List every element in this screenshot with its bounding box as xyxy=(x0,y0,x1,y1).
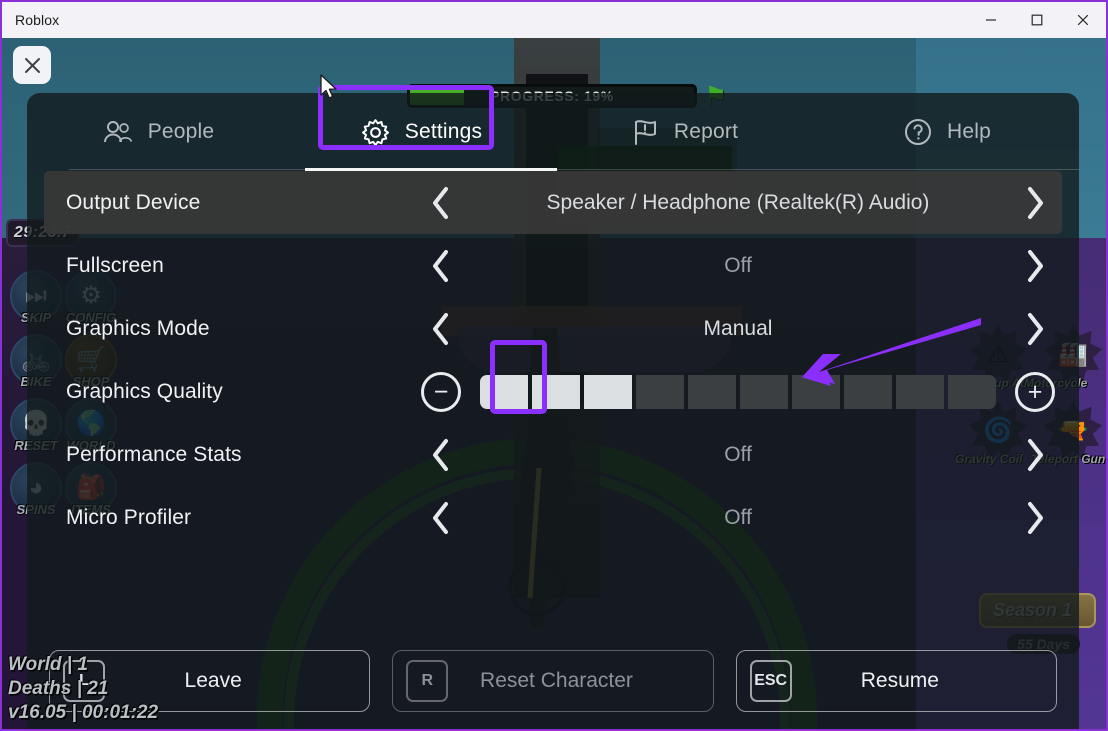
question-circle-icon xyxy=(904,118,932,146)
setting-label: Micro Profiler xyxy=(66,505,192,529)
plus-icon: + xyxy=(1015,371,1055,412)
roblox-window: Roblox Gun World | 1 Deaths | 21 v16.05 … xyxy=(0,0,1108,731)
setting-control: Speaker / Headphone (Realtek(R) Audio) xyxy=(414,186,1062,220)
chevron-left-icon[interactable] xyxy=(414,438,468,472)
people-icon xyxy=(103,119,133,145)
stat-world: World | 1 xyxy=(8,654,88,676)
setting-control: Off xyxy=(414,501,1062,535)
overlay-close-button[interactable] xyxy=(13,46,51,84)
graphics-quality-decrease-button[interactable]: − xyxy=(414,371,468,412)
action-label: Resume xyxy=(860,669,939,692)
chevron-left-icon[interactable] xyxy=(414,501,468,535)
gear-icon xyxy=(361,118,390,147)
setting-control: Off xyxy=(414,249,1062,283)
window-minimize-button[interactable] xyxy=(968,3,1014,37)
action-label: Reset Character xyxy=(480,669,633,692)
tab-label: Help xyxy=(947,120,991,143)
game-viewport: PROGRESS: 19% ⚑ 29:23.7 ⏭ SKIP 🚲 BIKE 💀 … xyxy=(2,38,1106,729)
menu-action-bar: L Leave R Reset Character ESC Resume xyxy=(27,633,1079,729)
setting-label: Graphics Quality xyxy=(66,379,223,403)
chevron-right-icon[interactable] xyxy=(1008,312,1062,346)
quality-segment[interactable] xyxy=(584,374,632,409)
stat-version: v16.05 | 00:01:22 xyxy=(8,702,159,724)
chevron-right-icon[interactable] xyxy=(1008,186,1062,220)
quality-segment[interactable] xyxy=(532,374,580,409)
setting-label: Fullscreen xyxy=(66,253,164,277)
setting-value: Off xyxy=(724,442,752,466)
setting-label: Performance Stats xyxy=(66,442,242,466)
quality-segment[interactable] xyxy=(480,374,528,409)
roblox-settings-menu: People Settings Report Help Output Devic… xyxy=(27,93,1079,729)
tab-bar-divider xyxy=(69,169,1079,170)
chevron-left-icon[interactable] xyxy=(414,249,468,283)
tab-help[interactable]: Help xyxy=(816,93,1079,171)
setting-row-output-device[interactable]: Output Device Speaker / Headphone (Realt… xyxy=(44,171,1062,234)
quality-segment[interactable] xyxy=(636,374,684,409)
chevron-right-icon[interactable] xyxy=(1008,249,1062,283)
chevron-left-icon[interactable] xyxy=(414,312,468,346)
menu-tab-bar: People Settings Report Help xyxy=(27,93,1079,171)
key-hint: ESC xyxy=(749,660,792,702)
key-hint: R xyxy=(406,660,449,702)
tab-people[interactable]: People xyxy=(27,93,290,171)
chevron-right-icon[interactable] xyxy=(1008,501,1062,535)
chevron-right-icon[interactable] xyxy=(1008,438,1062,472)
mouse-cursor xyxy=(320,74,337,99)
tab-report[interactable]: Report xyxy=(553,93,816,171)
graphics-quality-increase-button[interactable]: + xyxy=(1008,371,1062,412)
chevron-left-icon[interactable] xyxy=(414,186,468,220)
quality-segment[interactable] xyxy=(688,374,736,409)
tab-settings[interactable]: Settings xyxy=(290,93,553,171)
setting-row-fullscreen[interactable]: Fullscreen Off xyxy=(44,234,1062,297)
resume-button[interactable]: ESC Resume xyxy=(735,650,1057,712)
quality-segment[interactable] xyxy=(740,374,788,409)
window-close-button[interactable] xyxy=(1060,3,1106,37)
tab-label: People xyxy=(147,120,215,143)
setting-row-micro-profiler[interactable]: Micro Profiler Off xyxy=(44,486,1062,549)
window-titlebar: Roblox xyxy=(2,2,1106,38)
window-maximize-button[interactable] xyxy=(1014,3,1060,37)
window-title: Roblox xyxy=(15,12,60,28)
annotation-arrow xyxy=(801,318,981,386)
setting-label: Output Device xyxy=(66,190,201,214)
setting-row-performance-stats[interactable]: Performance Stats Off xyxy=(44,423,1062,486)
tab-label: Settings xyxy=(404,120,483,143)
settings-rows-list: Output Device Speaker / Headphone (Realt… xyxy=(27,171,1079,633)
reset-character-button[interactable]: R Reset Character xyxy=(392,650,714,712)
setting-value: Off xyxy=(724,505,752,529)
tab-label: Report xyxy=(673,120,739,143)
setting-control: Off xyxy=(414,438,1062,472)
flag-alert-icon xyxy=(631,118,659,146)
player-stats-overlay: World | 1 Deaths | 21 v16.05 | 00:01:22 xyxy=(8,653,158,725)
setting-value: Off xyxy=(724,253,752,277)
setting-value: Speaker / Headphone (Realtek(R) Audio) xyxy=(546,190,930,214)
setting-label: Graphics Mode xyxy=(66,316,210,340)
minus-icon: − xyxy=(421,371,461,412)
stat-deaths: Deaths | 21 xyxy=(8,678,109,700)
